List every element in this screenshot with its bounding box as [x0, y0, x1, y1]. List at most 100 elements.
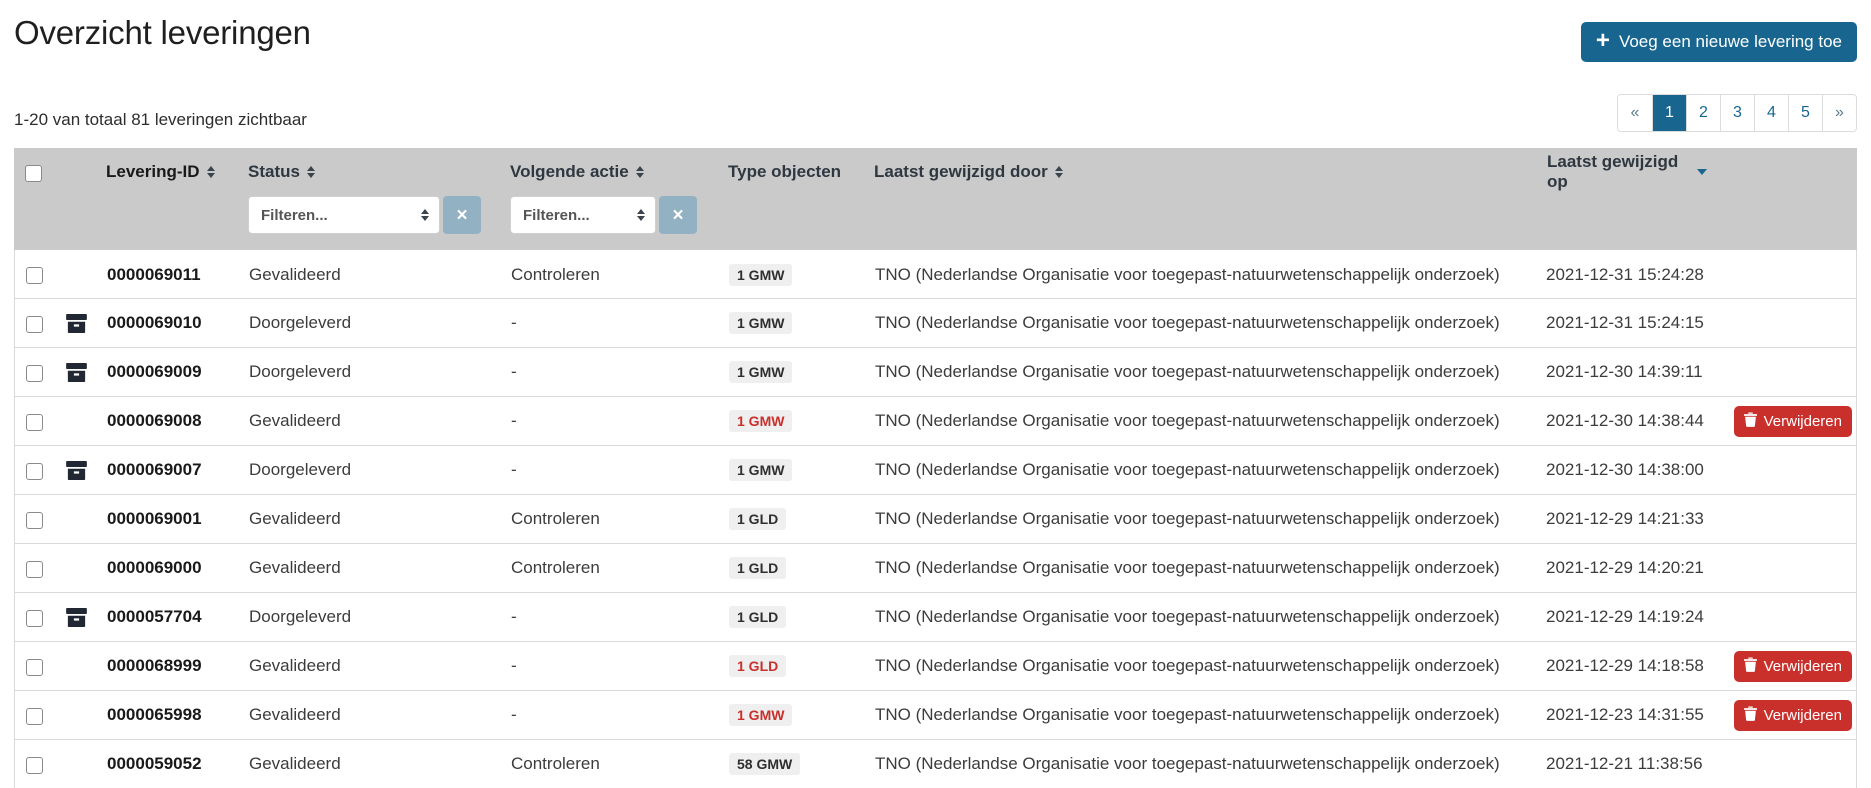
laatst-gewijzigd-op-value: 2021-12-21 11:38:56	[1546, 754, 1706, 774]
row-checkbox[interactable]	[26, 561, 43, 578]
row-checkbox[interactable]	[26, 610, 43, 627]
archive-icon	[66, 461, 87, 480]
row-checkbox[interactable]	[26, 512, 43, 529]
column-label: Laatst gewijzigd door	[874, 162, 1048, 182]
pagination-page-1[interactable]: 1	[1652, 95, 1686, 131]
actie-filter-placeholder: Filteren...	[523, 207, 590, 224]
topbar: Overzicht leveringen + Voeg een nieuwe l…	[14, 0, 1857, 60]
row-checkbox[interactable]	[26, 365, 43, 382]
select-arrows-icon	[637, 209, 645, 221]
levering-id-value: 0000057704	[99, 607, 249, 627]
status-filter-clear-button[interactable]: ×	[443, 196, 481, 234]
laatst-gewijzigd-op-value: 2021-12-29 14:21:33	[1546, 509, 1706, 529]
add-levering-button[interactable]: + Voeg een nieuwe levering toe	[1581, 22, 1857, 62]
volgende-actie-value: -	[511, 607, 729, 627]
status-filter-select[interactable]: Filteren...	[248, 196, 440, 234]
column-label: Type objecten	[728, 162, 841, 182]
laatst-gewijzigd-door-value: TNO (Nederlandse Organisatie voor toegep…	[875, 607, 1546, 627]
status-value: Doorgeleverd	[249, 362, 511, 382]
select-all-checkbox[interactable]	[25, 165, 42, 182]
table-body: 0000069011 Gevalideerd Controleren 1 GMW…	[14, 250, 1857, 788]
pagination-page-3[interactable]: 3	[1720, 95, 1754, 131]
verwijderen-button[interactable]: Verwijderen	[1734, 700, 1852, 731]
levering-id-value: 0000059052	[99, 754, 249, 774]
row-checkbox[interactable]	[26, 267, 43, 284]
laatst-gewijzigd-op-value: 2021-12-29 14:19:24	[1546, 607, 1706, 627]
type-objecten-badge: 1 GLD	[729, 606, 786, 628]
column-header-volgende-actie[interactable]: Volgende actie Filteren... ×	[510, 161, 728, 234]
archive-icon	[66, 363, 87, 382]
row-checkbox-cell	[15, 510, 53, 529]
column-header-levering-id[interactable]: Levering-ID	[98, 161, 248, 234]
column-header-laatst-gewijzigd-door[interactable]: Laatst gewijzigd door	[874, 161, 1547, 234]
row-archive-cell	[53, 461, 99, 480]
archive-icon	[66, 608, 87, 627]
row-checkbox[interactable]	[26, 659, 43, 676]
column-label: Volgende actie	[510, 162, 629, 182]
volgende-actie-value: -	[511, 460, 729, 480]
actie-filter-clear-button[interactable]: ×	[659, 196, 697, 234]
type-objecten-cell: 1 GLD	[729, 655, 875, 677]
row-checkbox[interactable]	[26, 316, 43, 333]
sort-desc-icon	[1697, 169, 1707, 175]
table-row: 0000069011 Gevalideerd Controleren 1 GMW…	[15, 250, 1856, 299]
row-checkbox[interactable]	[26, 757, 43, 774]
levering-id-value: 0000069010	[99, 313, 249, 333]
trash-icon	[1744, 412, 1757, 431]
row-archive-cell	[53, 608, 99, 627]
status-value: Doorgeleverd	[249, 607, 511, 627]
laatst-gewijzigd-door-value: TNO (Nederlandse Organisatie voor toegep…	[875, 265, 1546, 285]
status-value: Gevalideerd	[249, 265, 511, 285]
actie-filter-select[interactable]: Filteren...	[510, 196, 656, 234]
volgende-actie-value: -	[511, 362, 729, 382]
table-row: 0000069000 Gevalideerd Controleren 1 GLD…	[15, 544, 1856, 593]
type-objecten-badge: 1 GLD	[729, 508, 786, 530]
laatst-gewijzigd-door-value: TNO (Nederlandse Organisatie voor toegep…	[875, 460, 1546, 480]
sort-both-icon	[307, 166, 315, 178]
table-header: Levering-ID Status Filteren... ×	[14, 148, 1857, 250]
type-objecten-cell: 1 GMW	[729, 361, 875, 383]
verwijderen-button[interactable]: Verwijderen	[1734, 651, 1852, 682]
row-checkbox[interactable]	[26, 414, 43, 431]
overzicht-leveringen-page: Overzicht leveringen + Voeg een nieuwe l…	[0, 0, 1871, 788]
row-checkbox-cell	[15, 314, 53, 333]
select-all-cell	[14, 161, 52, 234]
column-label: Levering-ID	[106, 162, 200, 182]
pagination-page-5[interactable]: 5	[1788, 95, 1822, 131]
type-objecten-badge: 1 GMW	[729, 312, 792, 334]
laatst-gewijzigd-op-value: 2021-12-31 15:24:28	[1546, 265, 1706, 285]
row-checkbox-cell	[15, 706, 53, 725]
sort-both-icon	[1055, 166, 1063, 178]
pagination-page-4[interactable]: 4	[1754, 95, 1788, 131]
verwijderen-button[interactable]: Verwijderen	[1734, 406, 1852, 437]
type-objecten-badge: 1 GLD	[729, 557, 786, 579]
table-row: 0000068999 Gevalideerd - 1 GLD TNO (Nede…	[15, 642, 1856, 691]
status-value: Gevalideerd	[249, 705, 511, 725]
type-objecten-badge: 1 GLD	[729, 655, 786, 677]
laatst-gewijzigd-door-value: TNO (Nederlandse Organisatie voor toegep…	[875, 313, 1546, 333]
type-objecten-cell: 1 GMW	[729, 312, 875, 334]
laatst-gewijzigd-op-value: 2021-12-30 14:38:00	[1546, 460, 1706, 480]
subbar: 1-20 van totaal 81 leveringen zichtbaar …	[14, 94, 1857, 132]
laatst-gewijzigd-op-value: 2021-12-29 14:20:21	[1546, 558, 1706, 578]
sort-both-icon	[207, 166, 215, 178]
verwijderen-button-label: Verwijderen	[1764, 658, 1842, 675]
row-checkbox[interactable]	[26, 708, 43, 725]
column-header-status[interactable]: Status Filteren... ×	[248, 161, 510, 234]
laatst-gewijzigd-op-value: 2021-12-30 14:39:11	[1546, 362, 1706, 382]
pagination-next[interactable]: »	[1822, 95, 1856, 131]
row-checkbox-cell	[15, 412, 53, 431]
laatst-gewijzigd-door-value: TNO (Nederlandse Organisatie voor toegep…	[875, 509, 1546, 529]
type-objecten-badge: 1 GMW	[729, 264, 792, 286]
column-header-laatst-gewijzigd-op[interactable]: Laatst gewijzigd op	[1547, 161, 1707, 234]
laatst-gewijzigd-door-value: TNO (Nederlandse Organisatie voor toegep…	[875, 754, 1546, 774]
type-objecten-badge: 1 GMW	[729, 361, 792, 383]
pagination-prev[interactable]: «	[1618, 95, 1652, 131]
row-checkbox-cell	[15, 461, 53, 480]
pagination-page-2[interactable]: 2	[1686, 95, 1720, 131]
type-objecten-badge: 1 GMW	[729, 459, 792, 481]
laatst-gewijzigd-door-value: TNO (Nederlandse Organisatie voor toegep…	[875, 411, 1546, 431]
row-checkbox-cell	[15, 265, 53, 284]
row-archive-cell	[53, 755, 99, 774]
row-checkbox[interactable]	[26, 463, 43, 480]
